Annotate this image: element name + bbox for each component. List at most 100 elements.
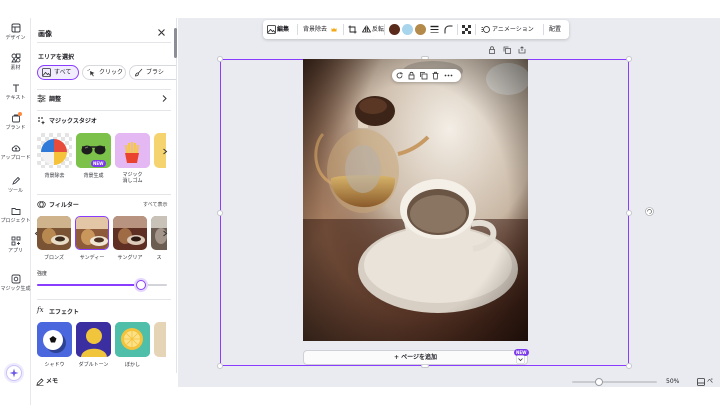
- zoom-slider[interactable]: [572, 378, 657, 386]
- position-button[interactable]: 配置: [549, 24, 561, 35]
- pages-button[interactable]: ペ: [697, 377, 713, 387]
- flip-icon: [362, 25, 371, 34]
- intensity-slider[interactable]: [37, 280, 167, 290]
- slider-thumb[interactable]: [136, 280, 146, 290]
- image-edit-panel: 画像 エリアを選択 すべて クリック ブラシ 調整 マジックスタジオ NEW 背…: [31, 18, 177, 373]
- flip-button[interactable]: 反転: [362, 24, 384, 35]
- trash-icon[interactable]: [431, 71, 440, 80]
- notification-dot: [18, 112, 22, 116]
- lock-icon[interactable]: [488, 46, 496, 54]
- panel-scrollbar[interactable]: [174, 28, 177, 58]
- rail-label: テキスト: [5, 95, 26, 101]
- rotate-icon[interactable]: [645, 207, 654, 216]
- rail-label: プロジェクト: [0, 218, 31, 224]
- rail-item-design[interactable]: デザイン: [0, 23, 31, 41]
- effect-blur-thumb[interactable]: [115, 322, 150, 357]
- more-icon[interactable]: [444, 71, 453, 80]
- effect-duotone-thumb[interactable]: [76, 322, 111, 357]
- magic-eraser-thumb[interactable]: [115, 133, 150, 168]
- color-swatch-3[interactable]: [415, 24, 426, 35]
- adjust-row[interactable]: 調整: [37, 93, 171, 105]
- magic-studio-label: マジックスタジオ: [49, 118, 97, 125]
- magic-item-label: 背景生成: [83, 173, 104, 179]
- resize-handle[interactable]: [217, 210, 223, 216]
- copy-icon[interactable]: [503, 46, 511, 54]
- chip-label: すべて: [54, 69, 72, 76]
- add-page-button[interactable]: + ページを追加: [303, 350, 528, 365]
- filter-see-all-link[interactable]: すべて表示: [143, 201, 167, 208]
- effect-item-label: ダブルトーン: [78, 362, 109, 368]
- rail-item-uploads[interactable]: アップロード: [0, 143, 31, 161]
- sliders-icon: [37, 94, 46, 103]
- corner-rounding-icon[interactable]: [444, 25, 453, 34]
- magic-bg-remove-thumb[interactable]: [37, 133, 72, 168]
- color-swatch-2[interactable]: [402, 24, 413, 35]
- animate-button[interactable]: アニメーション: [481, 24, 534, 35]
- zoom-level[interactable]: 50%: [666, 378, 679, 385]
- animation-label: アニメーション: [492, 26, 534, 33]
- chevron-down-icon[interactable]: [516, 355, 525, 364]
- crown-icon: [331, 27, 337, 32]
- crop-icon[interactable]: [348, 25, 357, 34]
- border-style-icon[interactable]: [430, 25, 439, 34]
- bottom-bar: メモ 50% ペ: [0, 373, 720, 392]
- rail-label: デザイン: [5, 35, 26, 41]
- teapot-sandy-image: [76, 217, 108, 249]
- bg-remove-button[interactable]: 背景除去: [303, 24, 337, 35]
- resize-handle[interactable]: [217, 56, 223, 62]
- panel-title: 画像: [38, 30, 52, 38]
- rail-item-tools[interactable]: ツール: [0, 176, 31, 194]
- new-badge: NEW: [91, 160, 106, 167]
- refresh-icon[interactable]: [395, 71, 404, 80]
- resize-handle[interactable]: [626, 56, 632, 62]
- resize-handle[interactable]: [626, 363, 632, 369]
- close-icon[interactable]: [157, 28, 166, 37]
- divider: [37, 299, 171, 300]
- duplicate-icon[interactable]: [419, 71, 428, 80]
- divider: [457, 24, 458, 35]
- chevron-right-icon[interactable]: [162, 230, 168, 237]
- color-swatch-1[interactable]: [389, 24, 400, 35]
- chevron-right-icon[interactable]: [162, 148, 168, 155]
- filter-item-label: サンディー: [79, 255, 105, 261]
- transparency-icon[interactable]: [462, 25, 471, 34]
- chip-click[interactable]: クリック: [82, 65, 126, 80]
- share-icon[interactable]: [518, 46, 526, 54]
- rail-item-apps[interactable]: アプリ: [0, 236, 31, 254]
- zoom-thumb[interactable]: [595, 378, 603, 386]
- effect-more-thumb[interactable]: [154, 322, 166, 357]
- flip-label: 反転: [372, 26, 385, 33]
- canvas-photo[interactable]: [303, 59, 528, 341]
- layout-icon: [11, 23, 20, 33]
- chip-brush[interactable]: ブラシ: [129, 65, 176, 80]
- notes-button[interactable]: メモ: [36, 377, 58, 387]
- rail-label: ツール: [7, 188, 23, 194]
- notes-icon: [36, 378, 44, 386]
- chip-all[interactable]: すべて: [37, 65, 79, 80]
- image-edit-icon: [267, 25, 276, 34]
- filter-icon: [37, 201, 46, 208]
- apps-icon: [11, 236, 20, 246]
- zoom-track: [572, 381, 657, 383]
- pages-label: ペ: [707, 378, 714, 385]
- rail-item-text[interactable]: テキスト: [0, 83, 31, 101]
- cursor-click-icon: [87, 68, 95, 77]
- teapot-cup-photo: [303, 59, 528, 341]
- effect-shadow-thumb[interactable]: [37, 322, 72, 357]
- rail-item-magic-media[interactable]: マジック生成: [0, 274, 31, 292]
- resize-handle[interactable]: [626, 210, 632, 216]
- rail-item-projects[interactable]: プロジェクト: [0, 206, 31, 224]
- rail-item-elements[interactable]: 素材: [0, 53, 31, 71]
- rail-item-brand[interactable]: ブランド: [0, 112, 31, 131]
- rail-label: ブランド: [5, 125, 26, 131]
- lock-icon[interactable]: [407, 71, 416, 80]
- filter-thumb-sandy[interactable]: [75, 216, 109, 250]
- filter-thumb-sangria[interactable]: [113, 216, 147, 250]
- filter-thumb-bronze[interactable]: [37, 216, 71, 250]
- magic-bg-generate-thumb[interactable]: NEW: [76, 133, 111, 168]
- edit-label: 編集: [277, 26, 290, 33]
- rail-label: マジック生成: [0, 286, 31, 292]
- divider: [475, 24, 476, 35]
- resize-handle[interactable]: [217, 363, 223, 369]
- edit-image-button[interactable]: 編集: [267, 24, 289, 35]
